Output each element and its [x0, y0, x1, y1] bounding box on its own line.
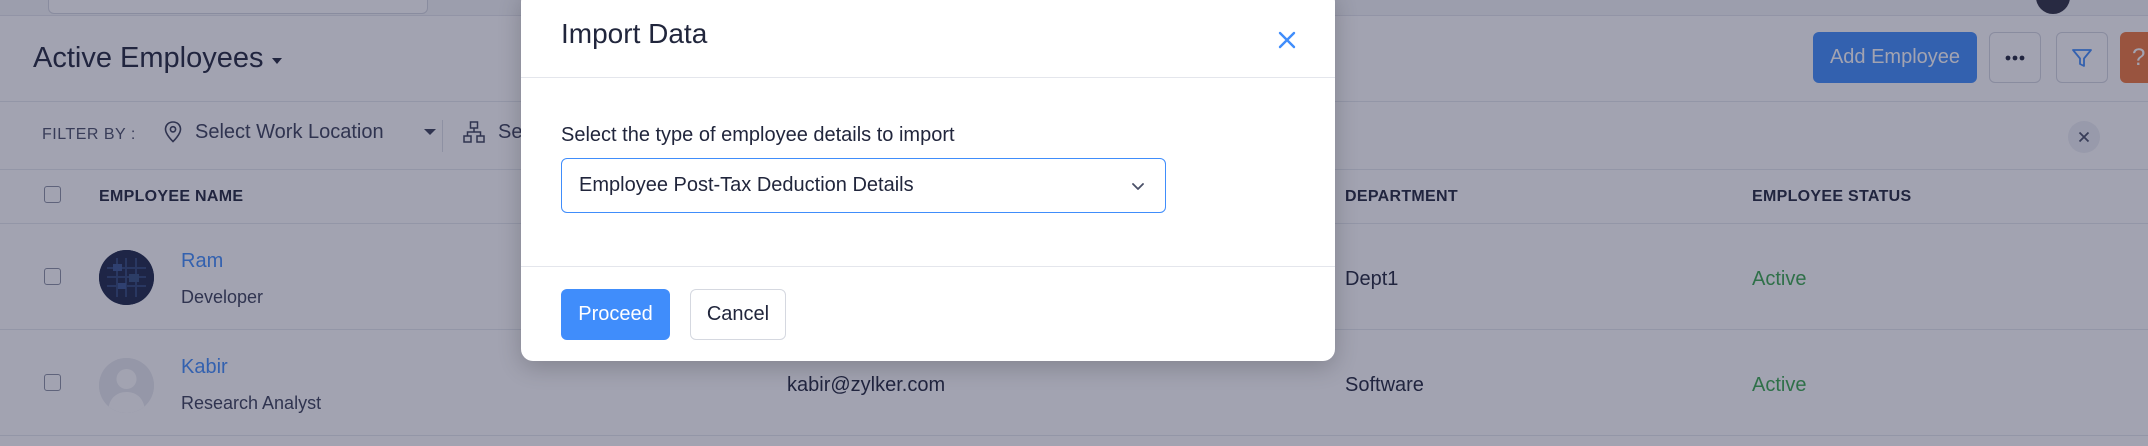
import-type-label: Select the type of employee details to i… [561, 124, 955, 146]
proceed-button[interactable]: Proceed [561, 289, 670, 340]
import-type-value: Employee Post-Tax Deduction Details [579, 174, 914, 196]
dialog-header: Import Data [521, 0, 1335, 78]
import-data-dialog: Import Data Select the type of employee … [521, 0, 1335, 361]
dialog-title: Import Data [561, 18, 708, 49]
cancel-button[interactable]: Cancel [690, 289, 786, 340]
chevron-down-icon [1132, 183, 1144, 190]
close-icon [1278, 31, 1296, 49]
dialog-footer-divider [521, 266, 1335, 267]
import-type-select[interactable]: Employee Post-Tax Deduction Details [561, 158, 1166, 213]
close-dialog-button[interactable] [1273, 26, 1301, 54]
